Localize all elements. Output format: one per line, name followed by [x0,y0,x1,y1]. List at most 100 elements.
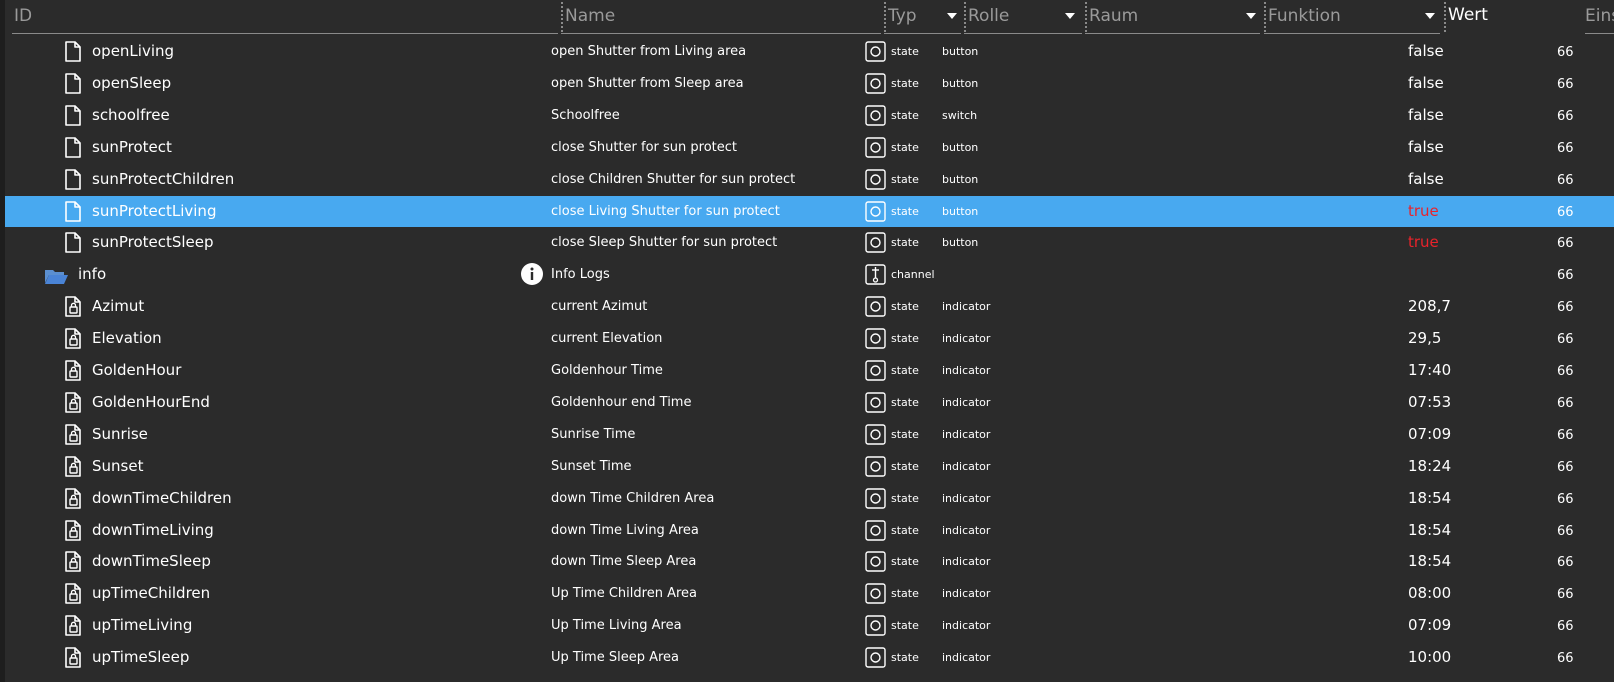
row-value[interactable]: false [1408,106,1444,124]
row-settings[interactable]: 66 [1557,651,1574,666]
row-name[interactable]: close Sleep Shutter for sun protect [551,235,777,250]
row-settings[interactable]: 66 [1557,619,1574,634]
row-value[interactable]: 18:54 [1408,552,1451,570]
row-name[interactable]: Up Time Children Area [551,586,697,601]
row-name[interactable]: open Shutter from Sleep area [551,76,744,91]
column-resize-handle[interactable] [561,2,563,32]
table-row[interactable]: Sunrise Sunrise Time state indicator 07:09 66 [5,419,1614,450]
row-value[interactable]: false [1408,42,1444,60]
chevron-down-icon[interactable] [1246,13,1256,19]
row-name[interactable]: Schoolfree [551,108,620,123]
row-id[interactable]: sunProtectChildren [92,170,234,188]
table-row[interactable]: Elevation current Elevation state indicator… [5,323,1614,354]
row-id[interactable]: schoolfree [92,106,170,124]
row-id[interactable]: openSleep [92,74,171,92]
row-settings[interactable]: 66 [1557,332,1574,347]
row-settings[interactable]: 66 [1557,45,1574,60]
table-row[interactable]: downTimeLiving down Time Living Area state… [5,515,1614,546]
row-name[interactable]: Up Time Sleep Area [551,650,679,665]
row-role[interactable]: indicator [942,619,990,632]
row-value[interactable]: 29,5 [1408,329,1441,347]
row-name[interactable]: close Living Shutter for sun protect [551,204,780,219]
row-name[interactable]: down Time Children Area [551,491,714,506]
column-resize-handle[interactable] [1444,2,1446,32]
row-role[interactable]: indicator [942,300,990,313]
header-name[interactable]: Name [561,0,881,34]
row-settings[interactable]: 66 [1557,492,1574,507]
table-row[interactable]: GoldenHour Goldenhour Time state indicator 1… [5,355,1614,386]
row-role[interactable]: indicator [942,492,990,505]
header-type-filter[interactable]: Typ [884,0,961,34]
row-id[interactable]: downTimeSleep [92,552,211,570]
table-row[interactable]: GoldenHourEnd Goldenhour end Time state ind… [5,387,1614,418]
table-row[interactable]: upTimeSleep Up Time Sleep Area state indica… [5,642,1614,673]
row-name[interactable]: Up Time Living Area [551,618,682,633]
row-id[interactable]: GoldenHourEnd [92,393,210,411]
row-name[interactable]: Goldenhour Time [551,363,663,378]
row-id[interactable]: downTimeChildren [92,489,232,507]
row-settings[interactable]: 66 [1557,109,1574,124]
row-name[interactable]: down Time Living Area [551,523,699,538]
row-name[interactable]: current Elevation [551,331,662,346]
row-id[interactable]: Sunset [92,457,143,475]
row-role[interactable]: button [942,141,978,154]
row-settings[interactable]: 66 [1557,300,1574,315]
row-id[interactable]: openLiving [92,42,174,60]
row-settings[interactable]: 66 [1557,428,1574,443]
header-function-filter[interactable]: Funktion [1264,0,1440,34]
row-role[interactable]: button [942,236,978,249]
row-value[interactable]: 07:09 [1408,616,1451,634]
row-name[interactable]: Goldenhour end Time [551,395,691,410]
row-value[interactable]: 18:54 [1408,489,1451,507]
row-name[interactable]: close Shutter for sun protect [551,140,737,155]
row-settings[interactable]: 66 [1557,555,1574,570]
row-role[interactable]: indicator [942,428,990,441]
table-row[interactable]: downTimeChildren down Time Children Area s… [5,483,1614,514]
row-id[interactable]: sunProtectSleep [92,233,214,251]
table-row[interactable]: sunProtectLiving close Living Shutter for… [5,195,1614,227]
row-settings[interactable]: 66 [1557,173,1574,188]
row-role[interactable]: indicator [942,460,990,473]
row-value[interactable]: false [1408,74,1444,92]
header-room-filter[interactable]: Raum [1085,0,1260,34]
row-role[interactable]: indicator [942,587,990,600]
row-role[interactable]: indicator [942,396,990,409]
row-role[interactable]: indicator [942,332,990,345]
row-settings[interactable]: 66 [1557,587,1574,602]
folder-open-icon[interactable] [44,266,69,289]
row-value[interactable]: 10:00 [1408,648,1451,666]
column-resize-handle[interactable] [1085,2,1087,32]
row-name[interactable]: Sunset Time [551,459,632,474]
row-id[interactable]: upTimeSleep [92,648,189,666]
row-role[interactable]: indicator [942,364,990,377]
row-id[interactable]: upTimeLiving [92,616,192,634]
row-value[interactable]: false [1408,138,1444,156]
row-value[interactable]: 17:40 [1408,361,1451,379]
column-resize-handle[interactable] [884,2,886,32]
chevron-down-icon[interactable] [1065,13,1075,19]
row-id[interactable]: info [78,265,106,283]
row-role[interactable]: indicator [942,524,990,537]
row-settings[interactable]: 66 [1557,236,1574,251]
table-row[interactable]: schoolfree Schoolfree state switch false 66 [5,100,1614,131]
row-id[interactable]: Elevation [92,329,162,347]
table-row[interactable]: openSleep open Shutter from Sleep area sta… [5,68,1614,99]
row-role[interactable]: indicator [942,651,990,664]
table-row[interactable]: downTimeSleep down Time Sleep Area state in… [5,546,1614,577]
row-name[interactable]: Info Logs [551,267,610,282]
header-role-filter[interactable]: Rolle [964,0,1082,34]
row-name[interactable]: Sunrise Time [551,427,635,442]
table-row[interactable]: sunProtectSleep close Sleep Shutter for s… [5,227,1614,258]
table-row[interactable]: upTimeChildren Up Time Children Area state… [5,578,1614,609]
row-value[interactable]: true [1408,233,1439,251]
table-row[interactable]: sunProtectChildren close Children Shutter… [5,164,1614,195]
row-name[interactable]: close Children Shutter for sun protect [551,172,795,187]
table-row[interactable]: sunProtect close Shutter for sun protect s… [5,132,1614,163]
row-settings[interactable]: 66 [1557,141,1574,156]
row-value[interactable]: 18:54 [1408,521,1451,539]
row-settings[interactable]: 66 [1557,460,1574,475]
row-value[interactable]: true [1408,202,1439,220]
row-id[interactable]: sunProtectLiving [92,202,216,220]
row-role[interactable]: button [942,77,978,90]
row-value[interactable]: 08:00 [1408,584,1451,602]
